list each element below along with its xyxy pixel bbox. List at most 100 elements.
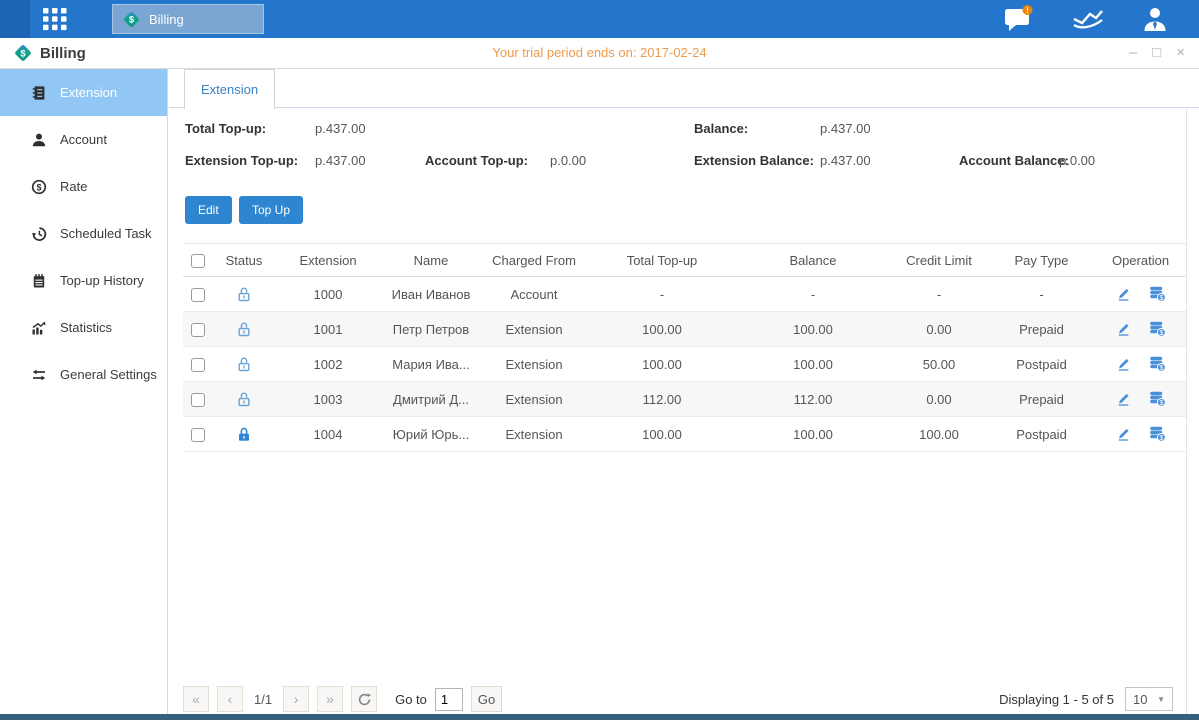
col-name: Name (381, 244, 481, 277)
apps-grid-icon[interactable] (36, 6, 74, 32)
top-up-button[interactable]: Top Up (239, 196, 303, 224)
total-topup-value: p.437.00 (315, 121, 366, 136)
goto-page-input[interactable] (435, 688, 463, 711)
credit-limit-cell: 0.00 (889, 382, 989, 417)
account-topup-label: Account Top-up: (425, 153, 528, 168)
svg-text:$: $ (36, 182, 41, 192)
unlocked-icon (236, 286, 252, 303)
edit-button[interactable]: Edit (185, 196, 232, 224)
sidebar-item-label: Scheduled Task (60, 226, 152, 241)
svg-text:$: $ (1159, 435, 1163, 442)
topup-row-icon[interactable]: $ (1149, 426, 1166, 442)
balance-cell: 100.00 (737, 312, 889, 347)
col-charged-from: Charged From (481, 244, 587, 277)
row-checkbox[interactable] (191, 393, 205, 407)
row-checkbox[interactable] (191, 428, 205, 442)
window-titlebar: $ Billing Your trial period ends on: 201… (0, 38, 1199, 69)
total-topup-cell: 100.00 (587, 417, 737, 452)
topup-row-icon[interactable]: $ (1149, 286, 1166, 302)
tab-extension[interactable]: Extension (184, 69, 275, 109)
transfer-arrows-icon (30, 366, 47, 383)
edit-row-icon[interactable] (1116, 356, 1131, 372)
row-checkbox[interactable] (191, 323, 205, 337)
tab-strip (169, 69, 1199, 108)
edit-row-icon[interactable] (1116, 391, 1131, 407)
messages-icon[interactable]: ! (1003, 5, 1035, 38)
charged-from-cell: Extension (481, 312, 587, 347)
table-header-row: Status Extension Name Charged From Total… (183, 244, 1187, 277)
refresh-icon[interactable] (351, 686, 377, 712)
credit-limit-cell: - (889, 277, 989, 312)
sidebar-item-account[interactable]: Account (0, 116, 167, 163)
next-page-button[interactable]: › (283, 686, 309, 712)
unlocked-icon (236, 356, 252, 373)
topup-row-icon[interactable]: $ (1149, 321, 1166, 337)
sidebar-item-general-settings[interactable]: General Settings (0, 351, 167, 398)
extension-cell: 1003 (275, 382, 381, 417)
svg-text:$: $ (1159, 330, 1163, 337)
go-button[interactable]: Go (471, 686, 502, 712)
name-cell: Мария Ива... (381, 347, 481, 382)
minimize-icon[interactable]: – (1129, 43, 1137, 63)
row-checkbox[interactable] (191, 288, 205, 302)
row-checkbox[interactable] (191, 358, 205, 372)
extension-topup-label: Extension Top-up: (185, 153, 298, 168)
col-extension: Extension (275, 244, 381, 277)
main-content: Extension Total Top-up: p.437.00 Balance… (169, 69, 1199, 714)
user-icon[interactable] (1141, 5, 1169, 38)
billing-diamond-icon: $ (122, 10, 141, 29)
extension-table: Status Extension Name Charged From Total… (183, 243, 1187, 452)
charged-from-cell: Extension (481, 417, 587, 452)
col-total-topup: Total Top-up (587, 244, 737, 277)
last-page-button[interactable]: » (317, 686, 343, 712)
charged-from-cell: Extension (481, 382, 587, 417)
line-chart-icon[interactable] (1071, 6, 1105, 37)
sidebar-item-rate[interactable]: $ Rate (0, 163, 167, 210)
edit-row-icon[interactable] (1116, 426, 1131, 442)
displaying-text: Displaying 1 - 5 of 5 (999, 692, 1114, 707)
close-icon[interactable]: × (1176, 43, 1185, 63)
topup-row-icon[interactable]: $ (1149, 356, 1166, 372)
ledger-icon (30, 84, 47, 101)
extension-cell: 1002 (275, 347, 381, 382)
sidebar-item-topup-history[interactable]: Top-up History (0, 257, 167, 304)
taskbar-billing-button[interactable]: $ Billing (112, 4, 264, 34)
name-cell: Иван Иванов (381, 277, 481, 312)
svg-text:$: $ (1159, 295, 1163, 302)
select-all-checkbox[interactable] (191, 254, 205, 268)
sidebar-item-label: Extension (60, 85, 117, 100)
col-pay-type: Pay Type (989, 244, 1094, 277)
page-indicator: 1/1 (254, 692, 272, 707)
sidebar-item-label: General Settings (60, 367, 157, 382)
page-size-select[interactable]: 10 ▼ (1125, 687, 1173, 711)
balance-cell: 112.00 (737, 382, 889, 417)
pagination: « ‹ 1/1 › » Go to Go (183, 686, 502, 712)
extension-cell: 1000 (275, 277, 381, 312)
credit-limit-cell: 0.00 (889, 312, 989, 347)
svg-text:$: $ (1159, 365, 1163, 372)
prev-page-button[interactable]: ‹ (217, 686, 243, 712)
sidebar-item-label: Top-up History (60, 273, 144, 288)
topup-row-icon[interactable]: $ (1149, 391, 1166, 407)
table-row: 1000Иван ИвановAccount----$ (183, 277, 1187, 312)
sidebar-item-statistics[interactable]: Statistics (0, 304, 167, 351)
sidebar-item-scheduled-task[interactable]: Scheduled Task (0, 210, 167, 257)
first-page-button[interactable]: « (183, 686, 209, 712)
edit-row-icon[interactable] (1116, 321, 1131, 337)
maximize-icon[interactable]: □ (1152, 43, 1161, 63)
balance-value: p.437.00 (820, 121, 871, 136)
col-operation: Operation (1094, 244, 1187, 277)
unlocked-icon (236, 391, 252, 408)
taskbar-billing-label: Billing (149, 12, 184, 27)
total-topup-cell: 100.00 (587, 312, 737, 347)
pay-type-cell: - (989, 277, 1094, 312)
account-balance-value: p.0.00 (1059, 153, 1095, 168)
extension-cell: 1004 (275, 417, 381, 452)
col-balance: Balance (737, 244, 889, 277)
sidebar-item-extension[interactable]: Extension (0, 69, 167, 116)
edit-row-icon[interactable] (1116, 286, 1131, 302)
account-balance-label: Account Balance: (959, 153, 1069, 168)
pay-type-cell: Postpaid (989, 417, 1094, 452)
pay-type-cell: Postpaid (989, 347, 1094, 382)
sidebar-item-label: Rate (60, 179, 87, 194)
